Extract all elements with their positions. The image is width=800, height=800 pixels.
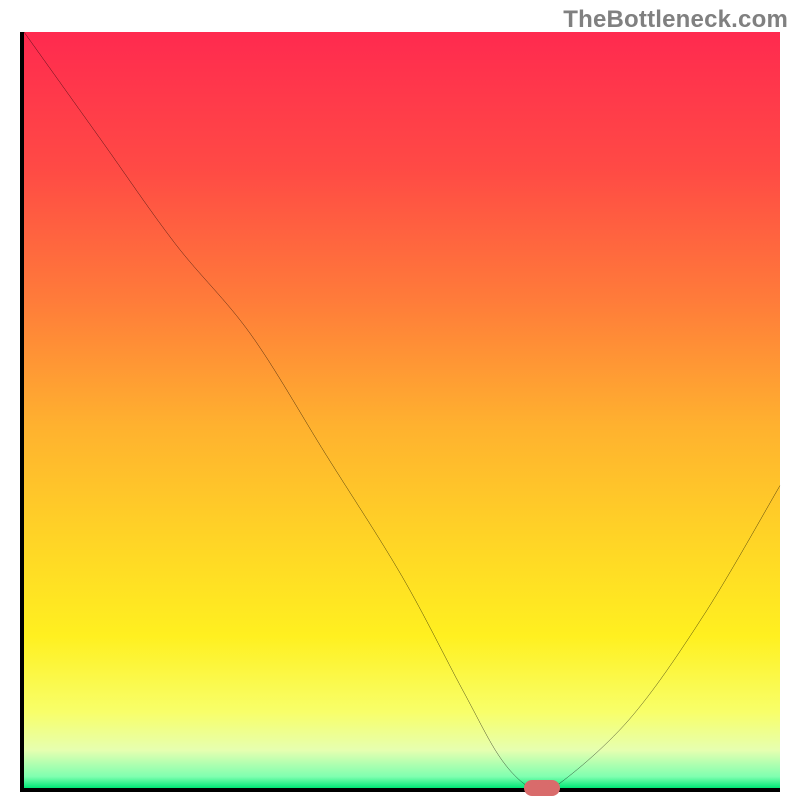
attribution-text: TheBottleneck.com [563,6,788,34]
bottleneck-curve [24,32,780,788]
chart-plot-area [20,32,780,792]
optimal-point-marker [524,780,560,796]
